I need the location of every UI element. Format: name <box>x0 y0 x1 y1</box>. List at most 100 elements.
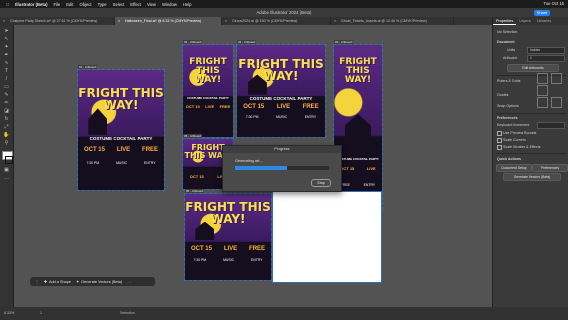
artboard-3[interactable]: 03 - Artboard FRIGHT THIS WAY! COSTUME C… <box>236 40 326 138</box>
apple-icon[interactable]:  <box>6 2 9 7</box>
line-tool-icon[interactable]: / <box>3 76 10 82</box>
checkbox-icon[interactable] <box>497 145 502 150</box>
close-icon[interactable]: × <box>334 17 336 25</box>
generate-vectors-panel-button[interactable]: Generate Vectors (Beta) <box>503 173 561 181</box>
scale-icon[interactable]: ⤢ <box>3 124 10 130</box>
stop-button[interactable]: Stop <box>311 179 331 187</box>
poster-date: OCT 15 <box>190 245 212 252</box>
document-tabs: × Costume Party Sketch.ai* @ 27.51 % (CMY… <box>0 17 492 25</box>
poster-free: FREE <box>249 245 266 252</box>
tab-libraries[interactable]: Libraries <box>534 17 555 25</box>
tab-properties[interactable]: Properties <box>493 17 517 25</box>
hand-tool-icon[interactable]: ✋ <box>3 132 10 138</box>
add-shape-icon[interactable]: ✚ <box>44 279 47 284</box>
add-shape-button[interactable]: Add a Shape <box>49 280 71 284</box>
paintbrush-icon[interactable]: ✎ <box>3 92 10 98</box>
poster-headline: FRIGHT THIS WAY! <box>189 56 227 85</box>
artboard-label: 03 - Artboard <box>237 40 257 44</box>
menu-help[interactable]: Help <box>183 2 192 7</box>
poster-subtitle: COSTUME COCKTAIL PARTY <box>89 136 153 141</box>
artboard-6[interactable]: 06 - Artboard FRIGHT THIS WAY! OCT 15 LIV… <box>184 189 272 281</box>
artboard-label: 01 - Artboard <box>78 65 98 69</box>
tab-label: Costume Party Sketch.ai* @ 27.51 % (CMYK… <box>10 19 98 23</box>
tab-ghost-tickets[interactable]: × Ghost_Tickets_Assets.ai @ 12.46 % (CMYK… <box>331 17 454 25</box>
poster-live: LIVE <box>205 103 215 109</box>
close-icon[interactable]: × <box>3 17 5 25</box>
snap-pixel-icon[interactable] <box>551 97 562 108</box>
keyboard-increment-field[interactable] <box>537 122 565 129</box>
magic-wand-icon[interactable]: ✦ <box>3 44 10 50</box>
tab-halloween-final[interactable]: × Halloween_Final.ai* @ 8.33 % (CMYK/Prev… <box>115 17 222 25</box>
share-button[interactable]: Share <box>534 9 550 16</box>
menu-type[interactable]: Type <box>98 2 107 7</box>
scale-strokes-checkbox[interactable]: Scale Strokes & Effects <box>503 145 541 149</box>
generate-vectors-icon[interactable]: ✦ <box>76 279 79 284</box>
mac-menu-bar:  Illustrator (Beta) File Edit Object Ty… <box>0 0 568 8</box>
drag-handle-icon[interactable]: ⋮ <box>35 279 39 284</box>
menu-view[interactable]: View <box>147 2 156 7</box>
artboard-navigator[interactable]: 1 <box>40 311 42 315</box>
scale-corners-checkbox[interactable]: Scale Corners <box>503 138 526 142</box>
document-setup-button[interactable]: Document Setup <box>496 164 532 172</box>
zoom-tool-icon[interactable]: ⚲ <box>3 140 10 146</box>
menu-effect[interactable]: Effect <box>130 2 141 7</box>
poster-headline: FRIGHT THIS WAY! <box>185 199 271 226</box>
poster-date: OCT 15 <box>185 103 200 109</box>
artboard-2[interactable]: 02 - Artboard FRIGHT THIS WAY! COSTUME C… <box>182 40 234 138</box>
more-tools-icon[interactable]: … <box>3 175 10 181</box>
snap-grid-icon[interactable] <box>537 97 548 108</box>
rotate-icon[interactable]: ↻ <box>3 116 10 122</box>
tab-circus[interactable]: × Circus2024.ai @ 150 % (CMYK/Preview) <box>222 17 331 25</box>
preferences-button[interactable]: Preferences <box>532 164 568 172</box>
pencil-icon[interactable]: ✏ <box>3 100 10 106</box>
type-tool-icon[interactable]: T <box>3 68 10 74</box>
units-select[interactable]: Inches <box>527 47 565 54</box>
poster-date: OCT 15 <box>243 103 265 110</box>
poster-time: 7:30 PM <box>86 161 100 166</box>
status-mode[interactable]: Selection <box>120 311 135 315</box>
artboard-1[interactable]: 01 - Artboard FRIGHT THIS WAY! COSTUME C… <box>77 65 165 191</box>
zoom-level[interactable]: 8.33% <box>4 311 14 315</box>
curvature-icon[interactable]: ∿ <box>3 60 10 66</box>
poster-music: MUSIC <box>116 161 128 166</box>
menu-edit[interactable]: Edit <box>66 2 73 7</box>
direct-selection-icon[interactable]: ↖ <box>3 36 10 42</box>
poster-live: LIVE <box>276 103 291 110</box>
edit-artboards-button[interactable]: Edit Artboards <box>507 64 559 72</box>
menu-app[interactable]: Illustrator (Beta) <box>15 2 47 7</box>
menu-select[interactable]: Select <box>113 2 125 7</box>
stroke-swatch-icon[interactable] <box>5 156 13 164</box>
rectangle-tool-icon[interactable]: ▭ <box>3 84 10 90</box>
tools-panel: ➤ ↖ ✦ ✒ ∿ T / ▭ ✎ ✏ ◪ ↻ ⤢ ✋ ⚲ ▣ … <box>0 25 14 307</box>
grid-icon[interactable] <box>551 73 562 84</box>
menu-object[interactable]: Object <box>79 2 91 7</box>
artboard-7[interactable] <box>272 191 382 283</box>
checkbox-icon[interactable] <box>497 138 502 143</box>
pen-tool-icon[interactable]: ✒ <box>3 52 10 58</box>
haunted-house-icon <box>344 113 371 144</box>
poster-time: 7:30 PM <box>245 114 259 119</box>
selection-tool-icon[interactable]: ➤ <box>3 28 10 34</box>
close-icon[interactable]: × <box>118 17 120 25</box>
more-options-icon[interactable]: … <box>127 280 131 284</box>
poster-subtitle: COSTUME COCKTAIL PARTY <box>249 95 313 101</box>
menu-window[interactable]: Window <box>162 2 177 7</box>
artboard-select[interactable]: 1 <box>527 55 565 62</box>
close-icon[interactable]: × <box>225 17 227 25</box>
progress-bar <box>235 166 329 170</box>
checkbox-icon[interactable] <box>497 131 502 136</box>
contextual-task-bar: ⋮ ✚ Add a Shape ✦ Generate Vectors (Beta… <box>30 277 155 286</box>
tab-layers[interactable]: Layers <box>516 17 533 25</box>
poster-artwork: FRIGHT THIS WAY! COSTUME COCKTAIL PARTY … <box>78 70 164 190</box>
poster-free: FREE <box>340 182 350 187</box>
generate-vectors-button[interactable]: Generate Vectors (Beta) <box>81 280 122 284</box>
guides-icon[interactable] <box>537 85 548 96</box>
snap-options-label: Snap Options <box>497 104 519 108</box>
artboard-label: 02 - Artboard <box>183 40 203 44</box>
ruler-icon[interactable] <box>537 73 548 84</box>
eraser-icon[interactable]: ◪ <box>3 108 10 114</box>
menu-file[interactable]: File <box>53 2 60 7</box>
screen-mode-icon[interactable]: ▣ <box>3 167 10 173</box>
use-preview-bounds-checkbox[interactable]: Use Preview Bounds <box>503 131 536 135</box>
tab-costume-party[interactable]: × Costume Party Sketch.ai* @ 27.51 % (CMY… <box>0 17 115 25</box>
